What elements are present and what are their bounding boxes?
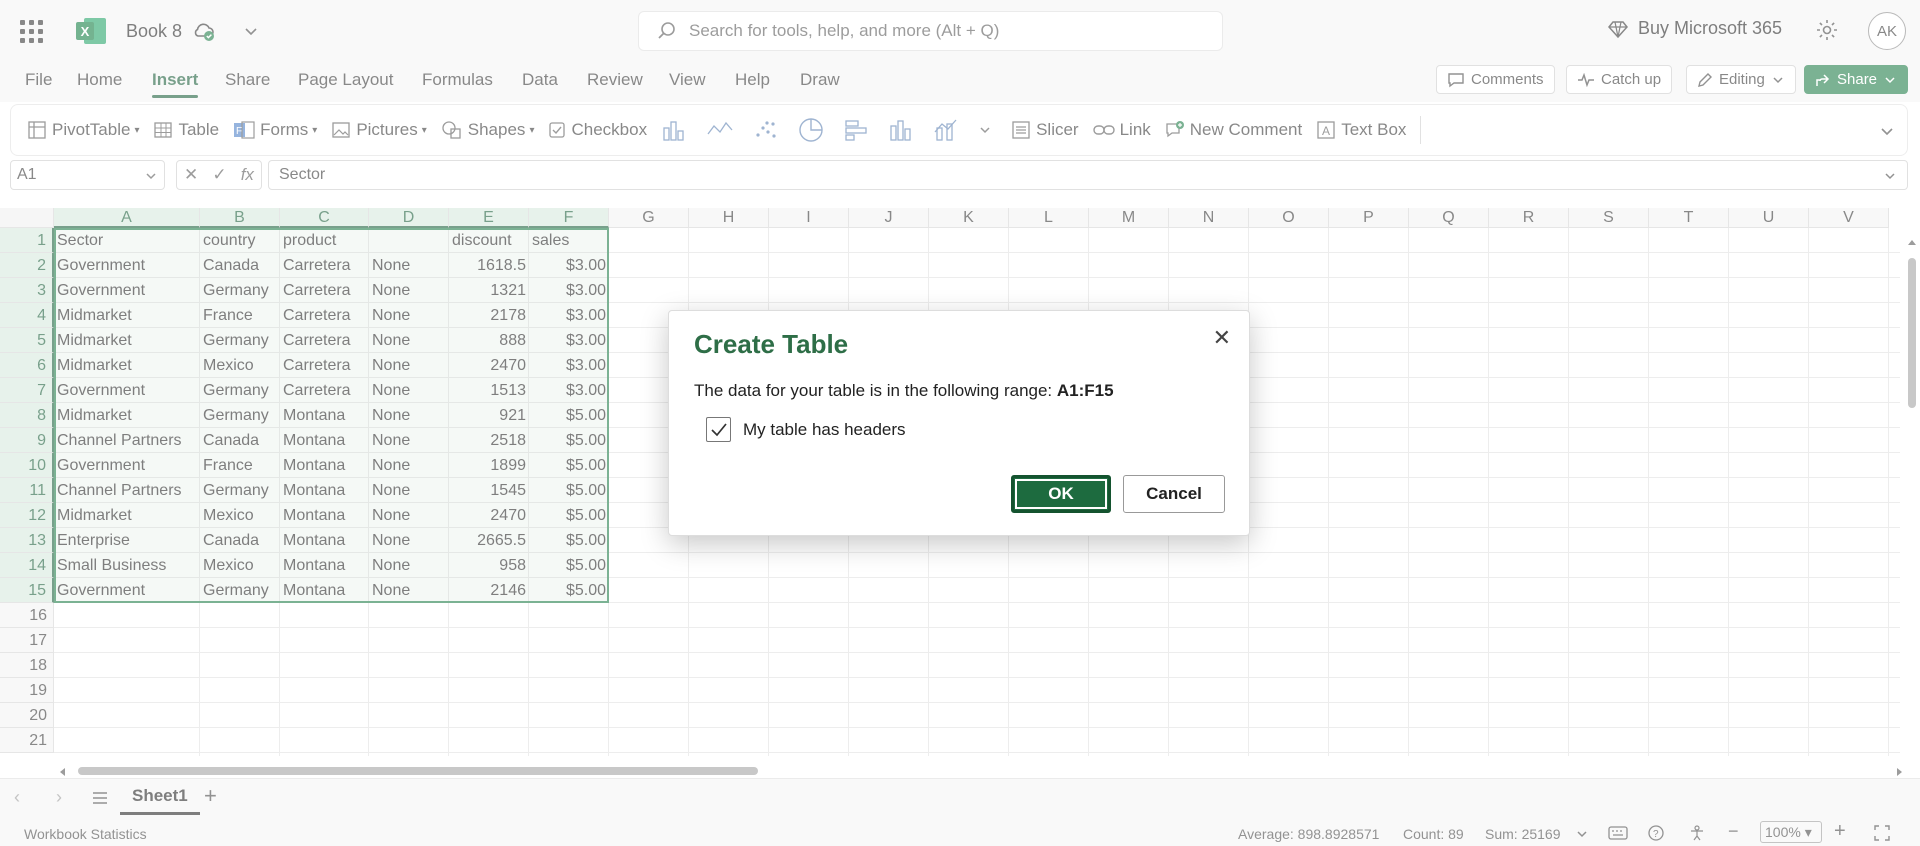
dialog-title: Create Table bbox=[694, 329, 849, 359]
headers-checkbox[interactable] bbox=[706, 417, 731, 442]
ok-button[interactable]: OK bbox=[1011, 475, 1111, 513]
checkmark-icon bbox=[710, 422, 727, 436]
range-description: The data for your table is in the follow… bbox=[694, 381, 1053, 400]
headers-checkbox-label[interactable]: My table has headers bbox=[743, 420, 906, 440]
create-table-dialog: Create Table ✕ The data for your table i… bbox=[668, 310, 1250, 536]
close-icon[interactable]: ✕ bbox=[1213, 325, 1231, 351]
range-value: A1:F15 bbox=[1056, 381, 1114, 400]
cancel-button[interactable]: Cancel bbox=[1123, 475, 1225, 513]
cancel-label: Cancel bbox=[1146, 484, 1202, 503]
ok-label: OK bbox=[1048, 484, 1074, 503]
dialog-range-text: The data for your table is in the follow… bbox=[694, 381, 1114, 401]
